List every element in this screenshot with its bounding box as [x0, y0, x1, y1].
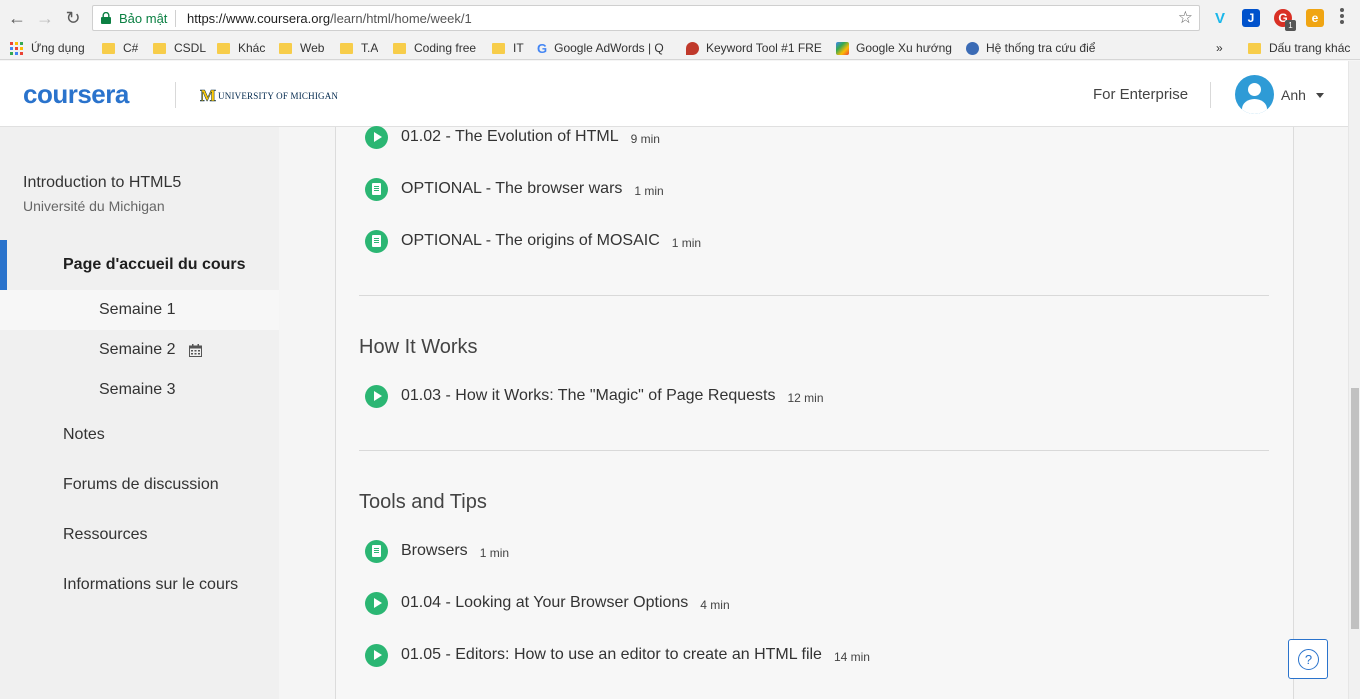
folder-icon [492, 42, 505, 54]
lesson-item-reading[interactable]: OPTIONAL - The browser wars 1 min [365, 177, 664, 201]
duration-label: 14 min [833, 650, 870, 664]
user-avatar[interactable] [1235, 75, 1274, 114]
section-title-tools-and-tips: Tools and Tips [359, 491, 487, 513]
folder-icon [217, 42, 230, 54]
keyword-tool-icon [686, 41, 699, 55]
secure-label: Bảo mật [119, 11, 168, 26]
chevron-down-icon[interactable] [1316, 93, 1324, 98]
site-header: coursera M UNIVERSITY OF MICHIGAN For En… [0, 61, 1348, 127]
folder-icon [340, 42, 353, 54]
trends-icon [836, 41, 849, 55]
duration-label: 9 min [630, 132, 660, 146]
duration-label: 1 min [479, 546, 510, 560]
folder-icon [1248, 42, 1261, 54]
play-icon [365, 643, 388, 667]
umich-m-icon: M [200, 86, 217, 106]
omnibox-separator [175, 10, 176, 27]
address-bar[interactable]: Bảo mật https://www.coursera.org/learn/h… [92, 5, 1200, 31]
sidebar-item-home[interactable]: Page d'accueil du cours [0, 240, 279, 290]
play-icon [365, 384, 388, 408]
extension-badge: 1 [1285, 20, 1296, 31]
sidebar-item-course-info[interactable]: Informations sur le cours [63, 576, 238, 594]
sidebar-item-week-3[interactable]: Semaine 3 [0, 370, 279, 410]
sidebar-item-week-1[interactable]: Semaine 1 [0, 290, 279, 330]
bookmark-other[interactable]: Dấu trang khác [1248, 39, 1350, 57]
lesson-item-reading[interactable]: OPTIONAL - The origins of MOSAIC 1 min [365, 229, 701, 253]
duration-label: 1 min [634, 184, 664, 198]
vimeo-extension-icon[interactable]: V [1211, 9, 1229, 27]
lesson-item-reading[interactable]: Browsers 1 min [365, 539, 509, 563]
globe-icon [966, 41, 979, 55]
section-divider [359, 450, 1269, 451]
coursera-logo[interactable]: coursera [23, 79, 129, 110]
reading-icon [365, 229, 388, 253]
lesson-item-video[interactable]: 01.05 - Editors: How to use an editor to… [365, 643, 870, 667]
play-icon [365, 591, 388, 615]
sidebar-item-notes[interactable]: Notes [63, 426, 105, 444]
course-title[interactable]: Introduction to HTML5 [23, 174, 181, 192]
reading-icon [365, 177, 388, 201]
lesson-item-video[interactable]: 01.04 - Looking at Your Browser Options … [365, 591, 730, 615]
apps-grid-icon [10, 41, 23, 55]
back-button[interactable]: ← [6, 7, 28, 29]
umich-logo[interactable]: M UNIVERSITY OF MICHIGAN [200, 86, 338, 106]
folder-icon [153, 42, 166, 54]
calendar-icon [189, 344, 202, 357]
lesson-item-video[interactable]: 01.02 - The Evolution of HTML 9 min [365, 125, 660, 149]
bookmark-keyword-tool[interactable]: Keyword Tool #1 FRE [686, 39, 822, 57]
bookmark-google-trends[interactable]: Google Xu hướng [836, 39, 952, 57]
browser-toolbar: ← → ↻ Bảo mật https://www.coursera.org/l… [0, 0, 1360, 36]
for-enterprise-link[interactable]: For Enterprise [1093, 86, 1188, 103]
header-separator [175, 82, 176, 108]
reading-icon [365, 539, 388, 563]
lesson-item-video[interactable]: 01.03 - How it Works: The "Magic" of Pag… [365, 384, 824, 408]
folder-icon [102, 42, 115, 54]
browser-menu-icon[interactable] [1340, 8, 1344, 26]
scrollbar-thumb[interactable] [1351, 388, 1359, 629]
lock-icon [101, 12, 111, 24]
duration-label: 12 min [787, 391, 824, 405]
header-separator [1210, 82, 1211, 108]
bookmark-folder-coding-free[interactable]: Coding free [393, 39, 476, 57]
duration-label: 4 min [700, 598, 730, 612]
sidebar-item-forums[interactable]: Forums de discussion [63, 476, 219, 494]
folder-icon [393, 42, 406, 54]
url-text[interactable]: https://www.coursera.org/learn/html/home… [187, 11, 472, 26]
bookmarks-overflow[interactable]: » [1216, 39, 1223, 57]
sidebar-item-week-2[interactable]: Semaine 2 [0, 330, 279, 370]
sidebar-item-resources[interactable]: Ressources [63, 526, 147, 544]
active-indicator [0, 240, 7, 290]
forward-button[interactable]: → [34, 7, 56, 29]
bookmark-folder-it[interactable]: IT [492, 39, 524, 57]
evernote-extension-icon[interactable]: e [1306, 9, 1324, 27]
question-icon: ? [1298, 649, 1319, 670]
jira-extension-icon[interactable]: J [1242, 9, 1260, 27]
bookmark-apps[interactable]: Ứng dụng [10, 39, 85, 57]
bookmark-folder-csdl[interactable]: CSDL [153, 39, 206, 57]
help-button[interactable]: ? [1288, 639, 1328, 679]
bookmark-google-adwords[interactable]: G Google AdWords | Q [537, 39, 672, 57]
user-name[interactable]: Anh [1281, 87, 1306, 103]
section-title-how-it-works: How It Works [359, 336, 478, 358]
course-university: Université du Michigan [23, 198, 165, 214]
bookmarks-bar: Ứng dụng C# CSDL Khác Web T.A Coding fre… [0, 36, 1360, 60]
course-sidebar: Introduction to HTML5 Université du Mich… [0, 127, 279, 699]
bookmark-folder-web[interactable]: Web [279, 39, 324, 57]
bookmark-folder-ta[interactable]: T.A [340, 39, 378, 57]
folder-icon [279, 42, 292, 54]
bookmark-lookup[interactable]: Hệ thống tra cứu điể [966, 39, 1102, 57]
duration-label: 1 min [671, 236, 702, 250]
google-icon: G [537, 40, 548, 56]
section-divider [359, 295, 1269, 296]
bookmark-star-icon[interactable]: ☆ [1178, 8, 1193, 28]
page-scrollbar[interactable] [1348, 61, 1360, 699]
reload-button[interactable]: ↻ [62, 7, 84, 29]
bookmark-folder-khac[interactable]: Khác [217, 39, 265, 57]
bookmark-folder-csharp[interactable]: C# [102, 39, 138, 57]
play-icon [365, 125, 388, 149]
